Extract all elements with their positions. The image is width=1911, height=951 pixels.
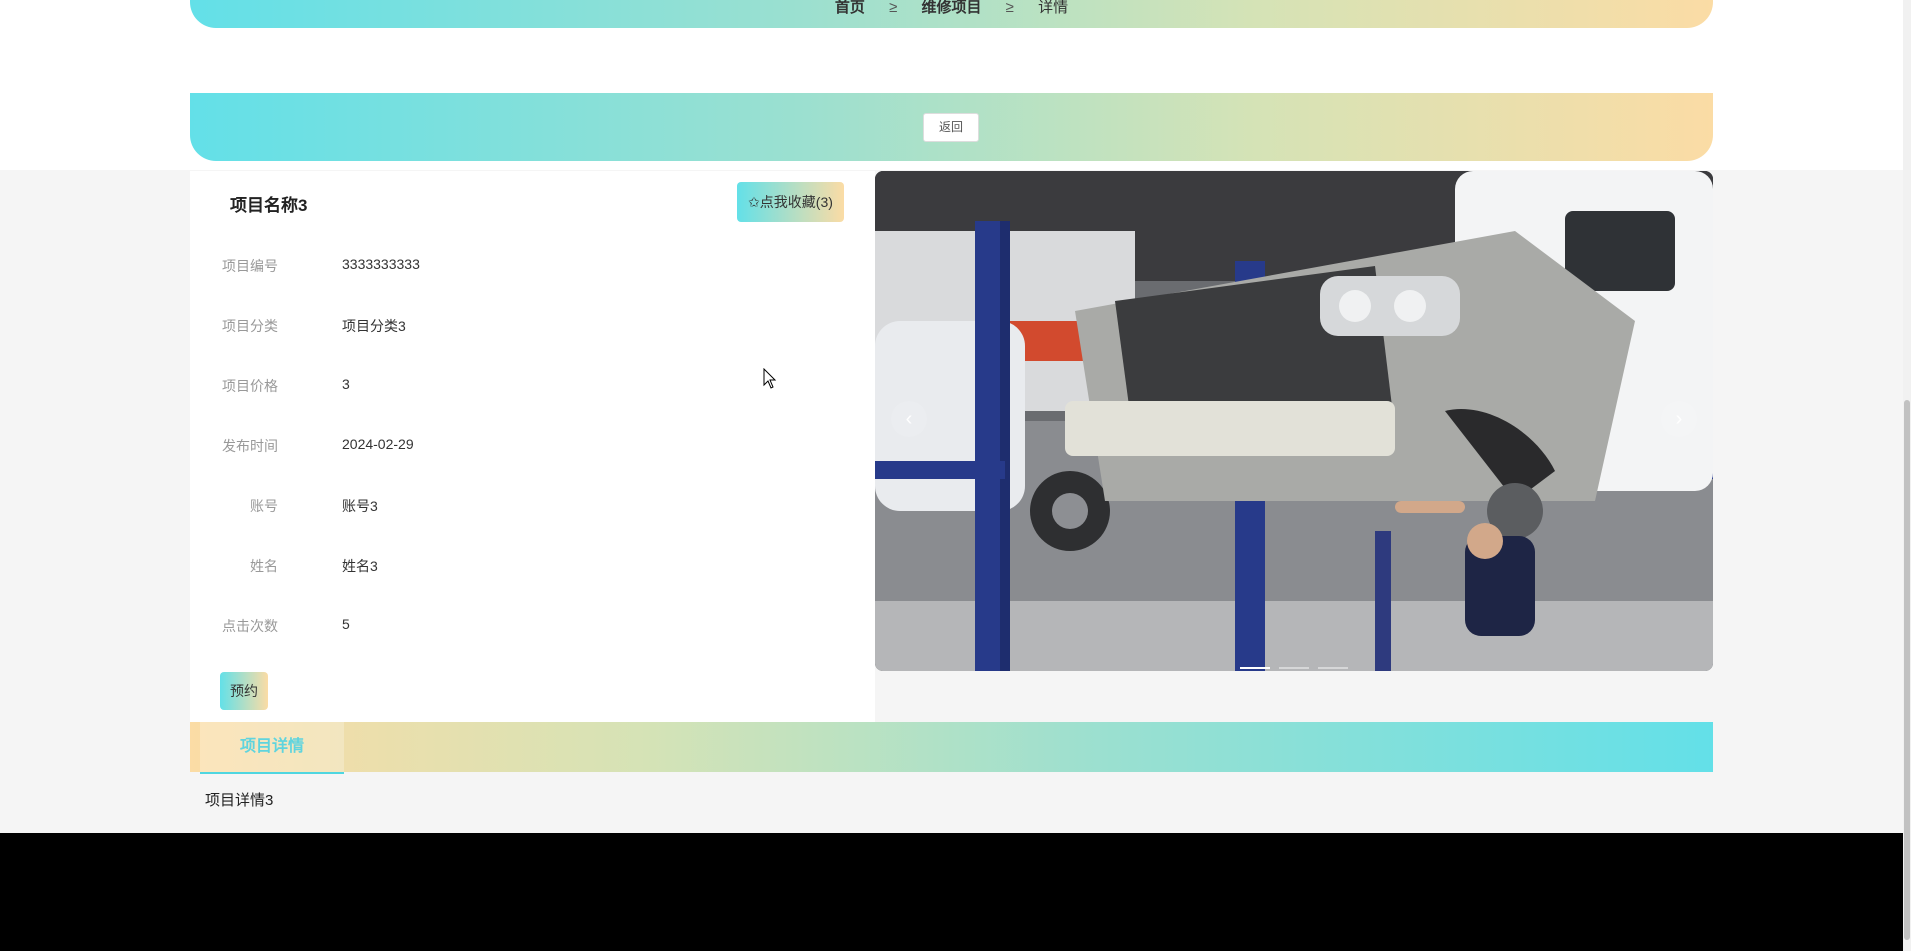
field-click-count: 点击次数 5 bbox=[190, 616, 790, 636]
field-value: 3333333333 bbox=[342, 256, 420, 272]
field-value: 5 bbox=[342, 616, 350, 632]
field-value: 2024-02-29 bbox=[342, 436, 414, 452]
favorite-button[interactable]: ✩点我收藏(3) bbox=[737, 182, 844, 222]
book-button[interactable]: 预约 bbox=[220, 672, 268, 710]
breadcrumb-separator: ≥ bbox=[1005, 0, 1014, 16]
field-value: 账号3 bbox=[342, 498, 378, 514]
detail-content: 项目详情3 bbox=[205, 792, 274, 809]
breadcrumb-bar: 首页 ≥ 维修项目 ≥ 详情 bbox=[190, 0, 1713, 28]
field-name: 姓名 姓名3 bbox=[190, 556, 790, 576]
field-publish-date: 发布时间 2024-02-29 bbox=[190, 436, 790, 456]
footer bbox=[0, 833, 1903, 951]
field-label: 项目编号 bbox=[222, 258, 278, 274]
carousel-dot[interactable] bbox=[1318, 667, 1348, 669]
breadcrumb-home-link[interactable]: 首页 bbox=[835, 0, 865, 16]
field-label: 项目价格 bbox=[222, 378, 278, 394]
carousel-next-button[interactable]: › bbox=[1661, 401, 1697, 437]
mouse-cursor-icon bbox=[763, 368, 777, 389]
image-carousel[interactable]: ‹ › bbox=[875, 171, 1713, 671]
project-info-panel: 项目名称3 ✩点我收藏(3) 项目编号 3333333333 项目分类 项目分类… bbox=[190, 171, 875, 722]
carousel-prev-button[interactable]: ‹ bbox=[891, 401, 927, 437]
field-account: 账号 账号3 bbox=[190, 496, 790, 516]
field-value: 姓名3 bbox=[342, 558, 378, 574]
carousel-dot[interactable] bbox=[1279, 667, 1309, 669]
field-label: 姓名 bbox=[250, 558, 278, 574]
field-value: 3 bbox=[342, 376, 350, 392]
breadcrumb-current: 详情 bbox=[1038, 0, 1069, 16]
carousel-image-car-repair bbox=[875, 171, 1713, 671]
field-label: 项目分类 bbox=[222, 318, 278, 334]
field-project-category: 项目分类 项目分类3 bbox=[190, 316, 790, 336]
carousel-dot[interactable] bbox=[1240, 667, 1270, 669]
scrollbar-thumb[interactable] bbox=[1904, 400, 1910, 940]
breadcrumb: 首页 ≥ 维修项目 ≥ 详情 bbox=[190, 0, 1713, 17]
field-label: 点击次数 bbox=[222, 618, 278, 634]
field-value: 项目分类3 bbox=[342, 318, 406, 334]
carousel-indicators bbox=[1240, 656, 1357, 669]
field-project-price: 项目价格 3 bbox=[190, 376, 790, 396]
field-label: 发布时间 bbox=[222, 438, 278, 454]
field-label: 账号 bbox=[250, 498, 278, 514]
back-button[interactable]: 返回 bbox=[923, 113, 979, 142]
detail-tab-bar: 项目详情 bbox=[190, 722, 1713, 774]
field-project-number: 项目编号 3333333333 bbox=[190, 256, 790, 276]
project-title: 项目名称3 bbox=[230, 196, 308, 215]
breadcrumb-section-link[interactable]: 维修项目 bbox=[921, 0, 981, 16]
breadcrumb-separator: ≥ bbox=[889, 0, 898, 16]
tab-project-detail[interactable]: 项目详情 bbox=[200, 722, 344, 774]
